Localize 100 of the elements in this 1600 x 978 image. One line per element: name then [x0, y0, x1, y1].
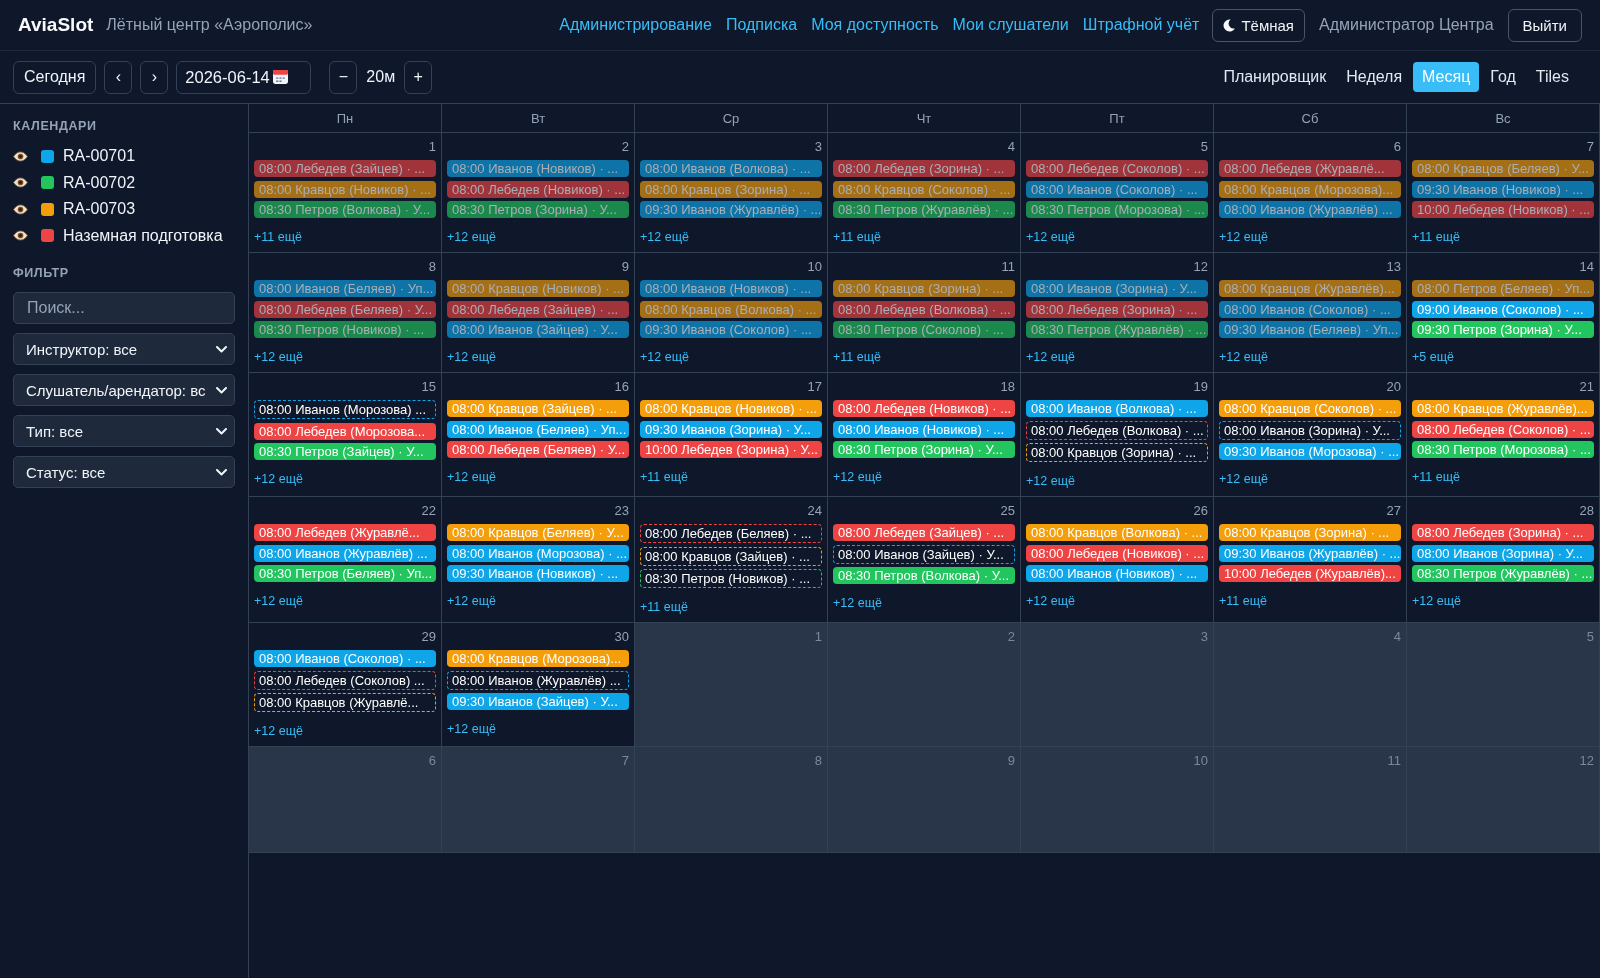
calendar-event[interactable]: 08:30 Петров (Журавлёв) · ...	[1412, 565, 1594, 582]
calendar-event[interactable]: 08:30 Петров (Беляев) · Уп...	[254, 565, 436, 582]
calendar-event[interactable]: 08:00 Иванов (Морозова) ...	[254, 400, 436, 419]
view-tab[interactable]: Месяц	[1413, 62, 1480, 92]
more-events-link[interactable]: +12 ещё	[640, 230, 689, 245]
calendar-event[interactable]: 08:00 Кравцов (Зайцев) · ...	[640, 546, 822, 566]
calendar-event[interactable]: 08:30 Петров (Зорина) · У...	[833, 441, 1015, 458]
calendar-event[interactable]: 08:00 Лебедев (Беляев) · ...	[640, 524, 822, 543]
select-field[interactable]: Тип: все	[13, 415, 235, 447]
more-events-link[interactable]: +12 ещё	[1026, 474, 1075, 489]
calendar-event[interactable]: 09:30 Иванов (Беляев) · Уп...	[1219, 321, 1401, 338]
calendar-event[interactable]: 08:30 Петров (Волкова) · У...	[254, 201, 436, 218]
calendar-event[interactable]: 09:00 Иванов (Соколов) · ...	[1412, 300, 1594, 318]
more-events-link[interactable]: +12 ещё	[254, 472, 303, 487]
today-button[interactable]: Сегодня	[13, 60, 97, 94]
eye-icon[interactable]	[13, 177, 28, 189]
more-events-link[interactable]: +12 ещё	[1026, 594, 1075, 609]
more-events-link[interactable]: +12 ещё	[254, 350, 303, 365]
calendar-event[interactable]: 08:00 Кравцов (Журавлёв)...	[1219, 280, 1401, 297]
calendar-event[interactable]: 08:00 Иванов (Волкова) · ...	[1026, 400, 1208, 417]
calendar-event[interactable]: 08:00 Лебедев (Журавлё...	[254, 524, 436, 541]
calendar-event[interactable]: 08:00 Иванов (Зорина) · У...	[1026, 280, 1208, 297]
more-events-link[interactable]: +12 ещё	[833, 596, 882, 611]
previous-button[interactable]: ‹	[104, 60, 133, 94]
eye-icon[interactable]	[13, 150, 28, 162]
calendar-event[interactable]: 08:00 Иванов (Зайцев) · У...	[833, 544, 1015, 564]
calendar-event[interactable]: 08:30 Петров (Зайцев) · У...	[254, 443, 436, 460]
calendar-event[interactable]: 08:00 Кравцов (Соколов) · ...	[833, 180, 1015, 198]
calendar-event[interactable]: 08:00 Иванов (Журавлёв) ...	[254, 544, 436, 562]
more-events-link[interactable]: +11 ещё	[640, 600, 688, 615]
calendar-event[interactable]: 08:00 Иванов (Соколов) · ...	[1026, 180, 1208, 198]
search-field[interactable]: Поиск...	[13, 292, 235, 324]
calendar-event[interactable]: 08:30 Петров (Морозова) · ...	[1412, 441, 1594, 458]
calendar-event[interactable]: 08:00 Лебедев (Волкова) · ...	[1026, 420, 1208, 440]
more-events-link[interactable]: +12 ещё	[447, 722, 496, 737]
calendar-event[interactable]: 08:00 Иванов (Соколов) · ...	[254, 650, 436, 667]
calendar-event[interactable]: 09:30 Петров (Зорина) · У...	[1412, 321, 1594, 338]
calendar-event[interactable]: 08:00 Иванов (Новиков) · ...	[833, 420, 1015, 438]
nav-link[interactable]: Мои слушатели	[952, 16, 1069, 34]
calendar-event[interactable]: 08:00 Лебедев (Зайцев) · ...	[833, 524, 1015, 541]
calendar-event[interactable]: 08:00 Иванов (Волкова) · ...	[640, 160, 822, 177]
nav-link[interactable]: Подписка	[725, 16, 798, 34]
theme-button[interactable]: Тёмная	[1212, 8, 1305, 42]
calendar-event[interactable]: 08:00 Лебедев (Новиков) · ...	[1026, 544, 1208, 562]
nav-link[interactable]: Администрирование	[559, 16, 712, 34]
calendar-event[interactable]: 08:00 Кравцов (Журавлё...	[254, 693, 436, 712]
calendar-event[interactable]: 08:00 Кравцов (Зайцев) · ...	[447, 400, 629, 417]
calendar-event[interactable]: 08:00 Иванов (Морозова) · ...	[447, 544, 629, 562]
view-tab[interactable]: Планировщик	[1214, 62, 1336, 92]
calendar-event[interactable]: 10:00 Лебедев (Журавлёв)...	[1219, 565, 1401, 582]
more-events-link[interactable]: +12 ещё	[254, 594, 303, 609]
calendar-event[interactable]: 08:00 Иванов (Журавлёв) ...	[447, 670, 629, 690]
calendar-event[interactable]: 08:00 Лебедев (Зайцев) · ...	[254, 160, 436, 177]
calendar-event[interactable]: 08:00 Кравцов (Журавлёв)...	[1412, 400, 1594, 417]
calendar-event[interactable]: 08:00 Лебедев (Волкова) · ...	[833, 300, 1015, 318]
more-events-link[interactable]: +12 ещё	[1026, 230, 1075, 245]
more-events-link[interactable]: +12 ещё	[1219, 350, 1268, 365]
calendar-event[interactable]: 10:00 Лебедев (Новиков) · ...	[1412, 201, 1594, 218]
calendar-event[interactable]: 08:00 Кравцов (Беляев) · У...	[1412, 160, 1594, 177]
more-events-link[interactable]: +11 ещё	[833, 230, 881, 245]
calendar-event[interactable]: 08:00 Кравцов (Волкова) · ...	[640, 300, 822, 318]
calendar-event[interactable]: 09:30 Иванов (Зайцев) · У...	[447, 693, 629, 710]
calendar-event[interactable]: 08:00 Кравцов (Зорина) · ...	[640, 180, 822, 198]
calendar-event[interactable]: 08:00 Кравцов (Зорина) · ...	[833, 280, 1015, 297]
calendar-event[interactable]: 08:00 Лебедев (Беляев) · У...	[447, 441, 629, 458]
calendar-event[interactable]: 09:30 Иванов (Новиков) · ...	[1412, 180, 1594, 198]
more-events-link[interactable]: +11 ещё	[1412, 470, 1460, 485]
calendar-event[interactable]: 09:30 Иванов (Новиков) · ...	[447, 565, 629, 582]
nav-link[interactable]: Штрафной учёт	[1082, 16, 1200, 34]
nav-link[interactable]: Моя доступность	[811, 16, 939, 34]
calendar-event[interactable]: 08:00 Кравцов (Волкова) · ...	[1026, 524, 1208, 541]
more-events-link[interactable]: +11 ещё	[640, 470, 688, 485]
calendar-event[interactable]: 08:00 Кравцов (Зорина) · ...	[1026, 443, 1208, 462]
more-events-link[interactable]: +12 ещё	[1412, 594, 1461, 609]
zoom-out-button[interactable]: −	[329, 60, 358, 94]
calendar-event[interactable]: 09:30 Иванов (Журавлёв) · ...	[1219, 544, 1401, 562]
calendar-event[interactable]: 09:30 Иванов (Зорина) · У...	[640, 420, 822, 438]
more-events-link[interactable]: +12 ещё	[1219, 472, 1268, 487]
calendar-event[interactable]: 08:00 Лебедев (Новиков) · ...	[833, 400, 1015, 417]
zoom-in-button[interactable]: +	[404, 60, 433, 94]
calendar-event[interactable]: 08:00 Лебедев (Зорина) · ...	[833, 160, 1015, 177]
calendar-event[interactable]: 08:00 Кравцов (Соколов) · ...	[1219, 400, 1401, 417]
eye-icon[interactable]	[13, 203, 28, 215]
calendar-event[interactable]: 08:00 Лебедев (Морозова...	[254, 422, 436, 440]
calendar-event[interactable]: 08:00 Иванов (Новиков) · ...	[1026, 565, 1208, 582]
calendar-event[interactable]: 08:00 Иванов (Новиков) · ...	[447, 160, 629, 177]
more-events-link[interactable]: +5 ещё	[1412, 350, 1454, 365]
calendar-event[interactable]: 08:00 Иванов (Соколов) · ...	[1219, 300, 1401, 318]
view-tab[interactable]: Tiles	[1526, 62, 1578, 92]
calendar-event[interactable]: 08:00 Кравцов (Беляев) · У...	[447, 524, 629, 541]
view-tab[interactable]: Год	[1481, 62, 1525, 92]
calendar-event[interactable]: 08:00 Лебедев (Соколов) · ...	[1026, 160, 1208, 177]
next-button[interactable]: ›	[140, 60, 169, 94]
calendar-event[interactable]: 08:00 Лебедев (Соколов) ...	[254, 670, 436, 690]
eye-icon[interactable]	[13, 230, 28, 242]
calendar-event[interactable]: 09:30 Иванов (Соколов) · ...	[640, 321, 822, 338]
calendar-event[interactable]: 08:00 Кравцов (Морозова)...	[1219, 180, 1401, 198]
calendar-event[interactable]: 08:00 Иванов (Зайцев) · У...	[447, 321, 629, 338]
calendar-name[interactable]: RA-00701	[63, 147, 136, 166]
calendar-event[interactable]: 08:00 Лебедев (Соколов) · ...	[1412, 420, 1594, 438]
